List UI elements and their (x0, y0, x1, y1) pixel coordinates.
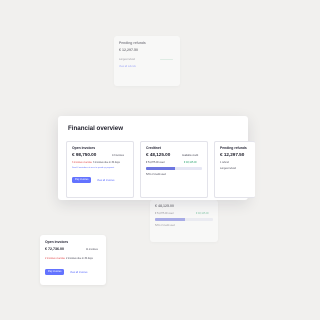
pay-invoices-button[interactable]: Pay invoices (72, 177, 92, 183)
panel-title: Financial overview (68, 125, 124, 132)
pending-amount: € 12,297.50 (220, 152, 245, 157)
credit-label: Creditnet (146, 146, 161, 150)
credit-amount: € 48,125.00 (155, 204, 174, 208)
open-invoices-label: Open invoices (72, 146, 96, 150)
pending-sub2: Longest refund (220, 167, 236, 170)
view-all-invoices-link[interactable]: View all invoices (97, 179, 115, 182)
card-label: Open invoices (45, 240, 69, 244)
pending-sub: 1 refund (220, 161, 229, 164)
pending-label: Pending refunds (220, 146, 247, 150)
open-invoices-count: 13 invoices (112, 154, 124, 157)
credit-percent-text: 52% of credit used (146, 173, 166, 176)
open-invoices-amount: € 98,750.00 (72, 152, 97, 157)
card-amount: € 72,736.00 (45, 247, 64, 251)
credit-progress-fill (146, 167, 176, 170)
credit-used: € 51,875.00 used (146, 161, 165, 164)
open-invoices-card: Open invoices € 98,750.00 13 invoices 3 … (66, 141, 134, 198)
due-text: 3 invoices due in 30 days (93, 161, 120, 164)
credit-card: Creditnet € 48,125.00 Available credit €… (140, 141, 208, 198)
reminder-note: Send 4 reminders at once to speed up pay… (72, 167, 115, 169)
credit-available: € 48,125.00 (196, 212, 209, 215)
view-all-invoices-link[interactable]: View all invoices (70, 271, 88, 274)
placeholder-line (160, 59, 173, 61)
overdue-text: 2 invoices overdue (45, 257, 65, 260)
credit-available-amount: € 48,125.00 (184, 161, 197, 164)
credit-used: € 51,875.00 used (155, 212, 174, 215)
pending-refunds-card-background: Pending refunds € 12,297.50 Longest refu… (114, 36, 180, 86)
credit-progress-bar (155, 218, 213, 221)
credit-progress-bar (146, 167, 202, 170)
credit-card-background: € 48,125.00 € 51,875.00 used € 48,125.00… (150, 200, 218, 242)
view-refunds-link[interactable]: View all refunds (119, 65, 136, 68)
credit-progress-fill (155, 218, 186, 221)
overdue-text: 3 invoices overdue (72, 161, 92, 164)
card-sub: Longest refund (119, 58, 135, 61)
credit-percent-text: 52% of credit used (155, 224, 175, 227)
open-invoices-card-background: Open invoices € 72,736.00 11 invoices 2 … (40, 235, 106, 285)
card-count: 11 invoices (86, 248, 98, 251)
credit-amount: € 48,125.00 (146, 152, 171, 157)
due-text: 2 invoices due in 30 days (66, 257, 93, 260)
financial-overview-panel: Financial overview Open invoices € 98,75… (58, 116, 255, 200)
card-label: Pending refunds (119, 41, 146, 45)
pending-refunds-card: Pending refunds € 12,297.50 1 refund Lon… (214, 141, 255, 198)
card-amount: € 12,297.50 (119, 48, 138, 52)
pay-invoices-button[interactable]: Pay invoices (45, 269, 65, 275)
available-credit-label: Available credit (182, 154, 199, 157)
